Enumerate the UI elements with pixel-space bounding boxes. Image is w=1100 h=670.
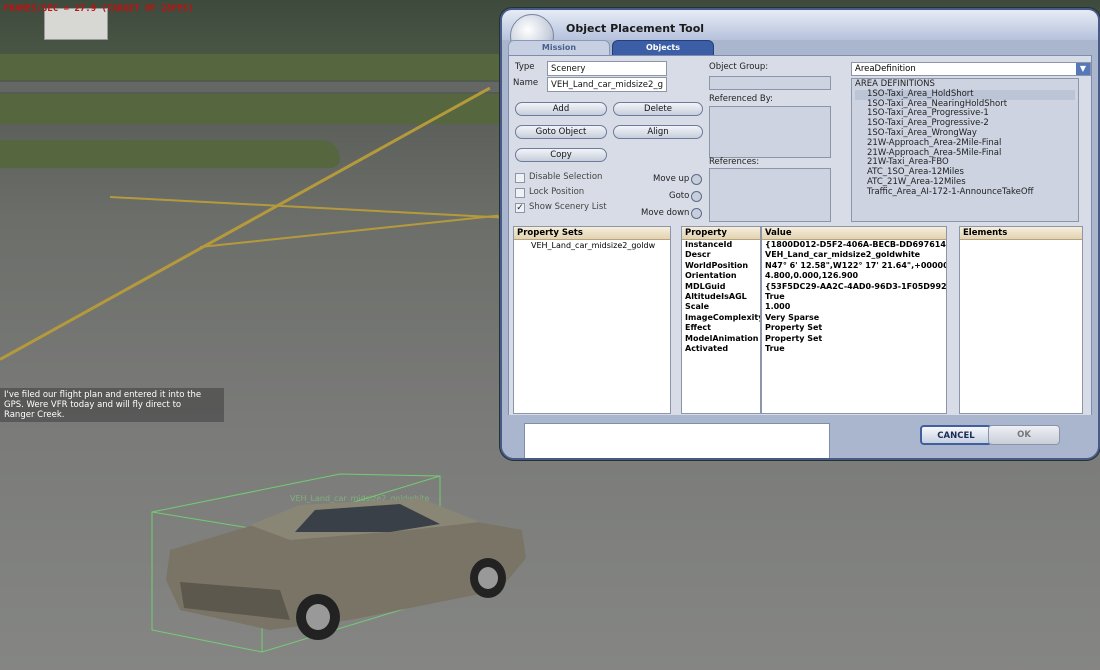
car-body (166, 498, 526, 640)
property-value-cell[interactable]: {1800D012-D5F2-406A-BECB-DD69761411 (762, 240, 946, 250)
property-value-cell[interactable]: {53F5DC29-AA2C-4AD0-96D3-1F05D9920 (762, 282, 946, 292)
elements-header: Elements (960, 227, 1082, 240)
runway-strip (0, 82, 500, 92)
area-definitions-list[interactable]: AREA DEFINITIONS 1SO-Taxi_Area_HoldShort… (851, 78, 1079, 222)
show-scenery-list-checkbox[interactable]: ✓ (515, 203, 525, 213)
object-placement-tool-window: Object Placement Tool Mission Objects Ty… (500, 8, 1100, 460)
property-sets-grid[interactable]: Property Sets VEH_Land_car_midsize2_gold… (513, 226, 671, 414)
move-up-button[interactable] (691, 174, 702, 185)
status-message-box (524, 423, 830, 458)
references-list[interactable] (709, 168, 831, 222)
property-value-cell[interactable]: Property Set (762, 334, 946, 344)
referenced-by-list[interactable] (709, 106, 831, 158)
window-title: Object Placement Tool (566, 22, 705, 35)
property-name-column[interactable]: Property InstanceId Descr WorldPosition Ori… (681, 226, 761, 414)
disable-selection-checkbox[interactable] (515, 173, 525, 183)
chevron-down-icon[interactable]: ▼ (1076, 63, 1090, 75)
property-value-cell[interactable]: 1.000 (762, 302, 946, 312)
fps-counter: FRAMES/SEC = 27.9 (TARGET OF 28FPS) (4, 4, 194, 14)
move-down-button[interactable] (691, 208, 702, 219)
referenced-by-label: Referenced By: (709, 94, 774, 104)
delete-button[interactable]: Delete (613, 102, 703, 116)
grass-strip (0, 54, 500, 80)
area-type-value: AreaDefinition (855, 64, 916, 74)
lock-position-checkbox[interactable] (515, 188, 525, 198)
property-value-cell[interactable]: 4.800,0.000,126.900 (762, 271, 946, 281)
goto-label: Goto (669, 191, 690, 201)
property-value-cell[interactable]: Very Sparse (762, 313, 946, 323)
property-name-cell[interactable]: ImageComplexity (682, 313, 760, 323)
disable-selection-label: Disable Selection (529, 172, 603, 182)
atc-message: I've filed our flight plan and entered i… (0, 388, 224, 422)
taxi-line (109, 196, 510, 219)
taxi-line (199, 214, 499, 248)
type-field[interactable]: Scenery (547, 61, 667, 76)
lock-position-label: Lock Position (529, 187, 585, 197)
name-label: Name (513, 78, 539, 88)
bottom-bar: CANCEL OK (502, 415, 1098, 458)
property-name-cell[interactable]: MDLGuid (682, 282, 760, 292)
objects-panel: Type Scenery Name VEH_Land_car_midsize2_… (508, 55, 1092, 423)
property-name-cell[interactable]: Scale (682, 302, 760, 312)
cancel-button[interactable]: CANCEL (920, 425, 992, 445)
car-model[interactable] (150, 470, 540, 660)
goto-button[interactable] (691, 191, 702, 202)
property-name-cell[interactable]: AltitudeIsAGL (682, 292, 760, 302)
copy-button[interactable]: Copy (515, 148, 607, 162)
type-label: Type (515, 62, 535, 72)
property-value-cell[interactable]: N47° 6' 12.58",W122° 17' 21.64",+000000 (762, 261, 946, 271)
property-name-cell[interactable]: Activated (682, 344, 760, 354)
property-set-item[interactable]: VEH_Land_car_midsize2_goldw (528, 241, 670, 251)
grass-strip (0, 94, 500, 124)
property-name-cell[interactable]: Orientation (682, 271, 760, 281)
ok-button[interactable]: OK (988, 425, 1060, 445)
goto-object-button[interactable]: Goto Object (515, 125, 607, 139)
property-value-cell[interactable]: True (762, 344, 946, 354)
object-group-field[interactable] (709, 76, 831, 90)
property-column-header: Property (682, 227, 760, 240)
elements-grid[interactable]: Elements (959, 226, 1083, 414)
add-button[interactable]: Add (515, 102, 607, 116)
references-label: References: (709, 157, 760, 167)
property-value-cell[interactable]: True (762, 292, 946, 302)
grass-island (0, 140, 340, 168)
object-group-label: Object Group: (709, 62, 769, 72)
property-value-cell[interactable]: Property Set (762, 323, 946, 333)
align-button[interactable]: Align (613, 125, 703, 139)
property-value-column[interactable]: Value {1800D012-D5F2-406A-BECB-DD6976141… (761, 226, 947, 414)
property-name-cell[interactable]: InstanceId (682, 240, 760, 250)
property-sets-header: Property Sets (514, 227, 670, 240)
move-down-label: Move down (641, 208, 690, 218)
property-name-cell[interactable]: ModelAnimation (682, 334, 760, 344)
property-value-list: {1800D012-D5F2-406A-BECB-DD69761411 VEH_L… (762, 240, 946, 354)
value-column-header: Value (762, 227, 946, 240)
property-name-cell[interactable]: Effect (682, 323, 760, 333)
show-scenery-list-label: Show Scenery List (529, 202, 607, 212)
name-field[interactable]: VEH_Land_car_midsize2_g (547, 77, 667, 92)
property-name-list: InstanceId Descr WorldPosition Orientation M… (682, 240, 760, 354)
tab-mission[interactable]: Mission (508, 40, 610, 56)
move-up-label: Move up (653, 174, 690, 184)
list-item[interactable]: Traffic_Area_AI-172-1-AnnounceTakeOff (855, 187, 1075, 198)
area-type-select[interactable]: AreaDefinition ▼ (851, 62, 1091, 76)
property-name-cell[interactable]: WorldPosition (682, 261, 760, 271)
property-name-cell[interactable]: Descr (682, 250, 760, 260)
property-value-cell[interactable]: VEH_Land_car_midsize2_goldwhite (762, 250, 946, 260)
tab-objects[interactable]: Objects (612, 40, 714, 56)
